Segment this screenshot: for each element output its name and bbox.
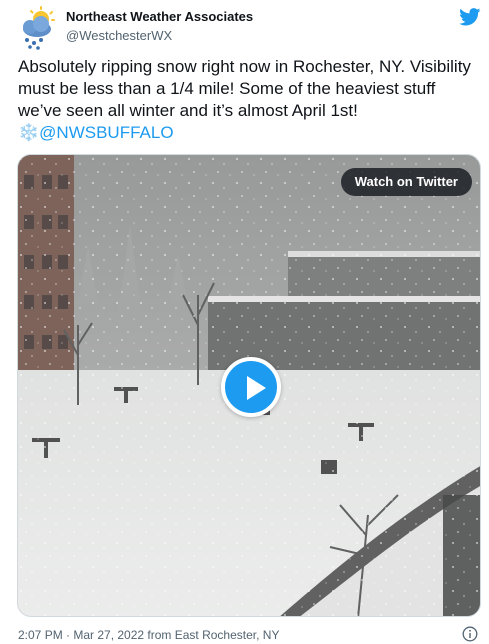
embedded-tweet: Northeast Weather Associates @Westcheste… [0, 0, 489, 644]
author-block[interactable]: Northeast Weather Associates @Westcheste… [66, 9, 253, 44]
user-handle[interactable]: @WestchesterWX [66, 28, 253, 44]
weather-cloud-sun-snow-icon [23, 6, 55, 50]
twitter-bird-icon[interactable] [459, 8, 481, 26]
info-icon[interactable] [462, 626, 478, 642]
mention-link[interactable]: @NWSBUFFALO [39, 123, 173, 142]
play-button[interactable] [221, 357, 281, 417]
watch-on-twitter-button[interactable]: Watch on Twitter [340, 168, 472, 196]
tweet-body: Absolutely ripping snow right now in Roc… [18, 57, 471, 120]
video-thumbnail[interactable]: Watch on Twitter [17, 154, 481, 617]
tweet-timestamp[interactable]: 2:07 PM · Mar 27, 2022 from East Rochest… [18, 627, 279, 643]
snowflake-emoji: ❄️ [18, 123, 40, 142]
tweet-text: Absolutely ripping snow right now in Roc… [18, 56, 478, 144]
play-icon [247, 376, 266, 400]
display-name[interactable]: Northeast Weather Associates [66, 9, 253, 25]
avatar[interactable] [17, 6, 61, 50]
